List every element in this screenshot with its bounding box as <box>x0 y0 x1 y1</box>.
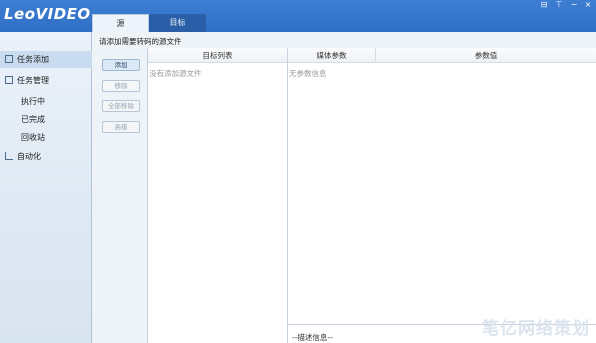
remove-button[interactable]: 移除 <box>102 80 140 92</box>
hint-text: 请添加需要转码的源文件 <box>99 37 182 46</box>
description-text: --描述信息-- <box>292 333 333 342</box>
remove-all-button[interactable]: 全部移除 <box>102 100 140 112</box>
advanced-button[interactable]: 高级 <box>102 121 140 133</box>
close-button[interactable]: × <box>580 0 596 10</box>
tab-target[interactable]: 目标 <box>149 14 206 32</box>
add-button[interactable]: 添加 <box>102 59 140 71</box>
sidebar: 任务添加 任务管理 执行中 已完成 回收站 自动化 <box>0 32 92 343</box>
sidebar-item-label: 自动化 <box>17 152 41 161</box>
button-column: 添加 移除 全部移除 高级 <box>92 48 148 343</box>
sidebar-item-task-manage[interactable]: 任务管理 <box>0 72 92 89</box>
sidebar-item-automation[interactable]: 自动化 <box>0 148 92 165</box>
media-params-header: 媒体参数 <box>288 48 376 63</box>
sidebar-item-task-add[interactable]: 任务添加 <box>0 51 92 68</box>
list-box-icon <box>5 76 13 84</box>
skin-icon[interactable]: ⊟ <box>536 0 552 10</box>
watermark-text: 笔亿网络策划 <box>482 319 590 339</box>
export-icon <box>5 152 13 160</box>
tab-source[interactable]: 源 <box>92 14 149 32</box>
sidebar-item-label: 任务添加 <box>17 55 49 64</box>
sidebar-item-running[interactable]: 执行中 <box>21 96 45 107</box>
target-list-panel[interactable]: 目标列表 没有添加源文件 <box>148 48 288 343</box>
sidebar-item-completed[interactable]: 已完成 <box>21 114 45 125</box>
plus-box-icon <box>5 55 13 63</box>
media-params-panel[interactable]: 媒体参数 参数值 无参数信息 <box>288 48 596 343</box>
main-area: 请添加需要转码的源文件 添加 移除 全部移除 高级 目标列表 没有添加源文件 媒… <box>92 32 596 343</box>
title-bar: LeoVIDEO 源 目标 ⊟ ⊤ − × <box>0 0 596 32</box>
target-list-header: 目标列表 <box>148 48 287 63</box>
pin-icon[interactable]: ⊤ <box>551 0 567 10</box>
sidebar-item-recycle[interactable]: 回收站 <box>21 132 45 143</box>
param-value-header: 参数值 <box>376 48 596 63</box>
media-params-empty-text: 无参数信息 <box>289 69 327 78</box>
sidebar-item-label: 任务管理 <box>17 76 49 85</box>
app-logo: LeoVIDEO <box>4 5 91 23</box>
target-list-empty-text: 没有添加源文件 <box>149 69 202 78</box>
